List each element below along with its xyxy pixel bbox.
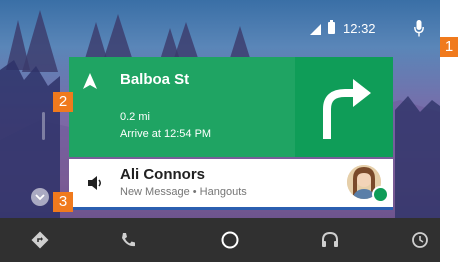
- callout-label-1: 1: [440, 37, 458, 57]
- clock-icon[interactable]: [410, 230, 430, 250]
- phone-icon[interactable]: [118, 230, 138, 250]
- tree-2: [22, 10, 58, 72]
- navigation-card[interactable]: Balboa St 0.2 mi Arrive at 12:54 PM: [69, 57, 393, 157]
- right-forest: [395, 96, 440, 218]
- arrival-time: Arrive at 12:54 PM: [120, 128, 212, 140]
- bottom-nav-bar: [0, 218, 440, 262]
- home-circle-icon[interactable]: [220, 230, 240, 250]
- navigation-arrow-icon: [83, 73, 97, 89]
- tree-7: [230, 26, 250, 58]
- signal-icon: [310, 24, 321, 35]
- navigation-icon[interactable]: [30, 230, 50, 250]
- speaker-icon[interactable]: [87, 175, 103, 191]
- battery-icon: [328, 20, 335, 34]
- mic-icon[interactable]: [414, 20, 424, 38]
- message-card[interactable]: Ali Connors New Message • Hangouts: [69, 159, 393, 210]
- distance-remaining: 0.2 mi: [120, 111, 150, 123]
- android-auto-screen: 12:32 Balboa St 0.2 mi Arrive at 12:54 P…: [0, 0, 440, 262]
- chevron-down-icon[interactable]: [31, 188, 49, 206]
- headphones-icon[interactable]: [320, 230, 340, 250]
- turn-right-icon: [323, 79, 371, 139]
- turn-panel: [295, 57, 393, 157]
- message-subtitle: New Message • Hangouts: [120, 186, 247, 198]
- callout-label-2: 2: [53, 92, 73, 112]
- status-time: 12:32: [343, 21, 376, 36]
- callout-label-3: 3: [53, 192, 73, 212]
- hangouts-icon: [372, 186, 389, 203]
- street-name: Balboa St: [120, 71, 190, 88]
- tree-3: [84, 22, 108, 62]
- scroll-indicator[interactable]: [42, 112, 45, 140]
- contact-name: Ali Connors: [120, 166, 205, 183]
- tree-6: [174, 22, 198, 58]
